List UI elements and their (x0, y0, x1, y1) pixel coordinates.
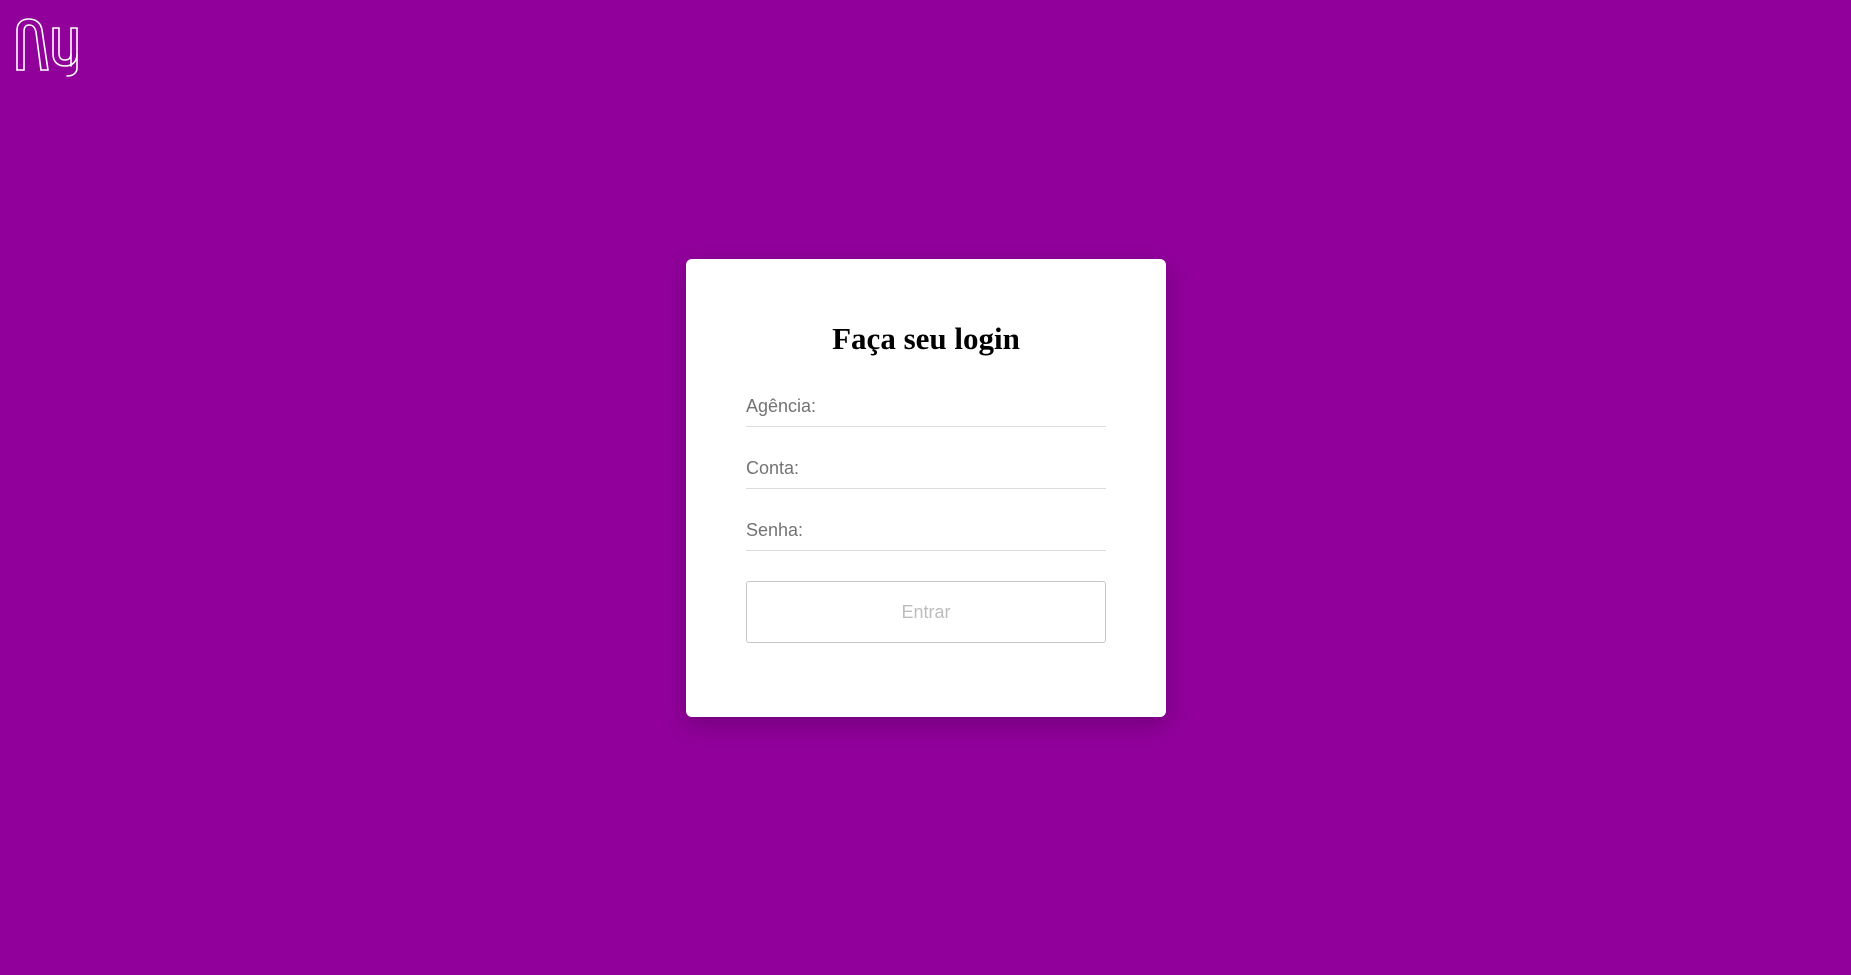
login-card: Faça seu login Entrar (686, 259, 1166, 717)
agencia-field-container (746, 385, 1106, 427)
login-form: Entrar (746, 385, 1106, 643)
conta-field-container (746, 447, 1106, 489)
senha-input[interactable] (746, 509, 1106, 551)
senha-field-container (746, 509, 1106, 551)
conta-input[interactable] (746, 447, 1106, 489)
page-background: Faça seu login Entrar (0, 0, 1851, 975)
nu-logo-icon (15, 18, 93, 78)
agencia-input[interactable] (746, 385, 1106, 427)
entrar-button[interactable]: Entrar (746, 581, 1106, 643)
login-title: Faça seu login (832, 321, 1020, 356)
